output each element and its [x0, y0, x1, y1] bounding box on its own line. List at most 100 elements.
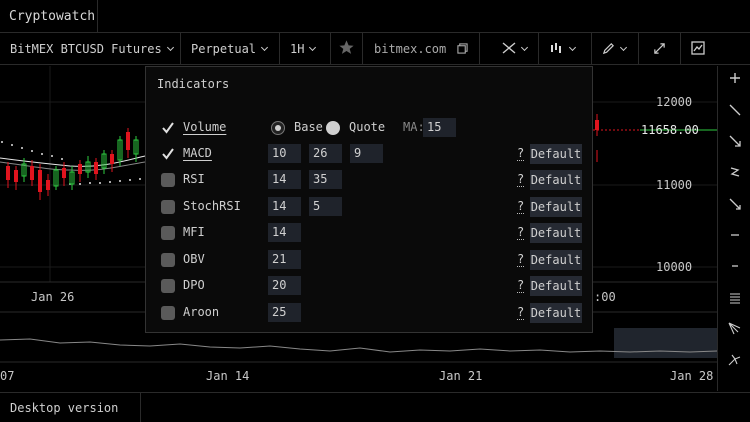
param-input[interactable]: 14: [268, 223, 301, 242]
contract-selector[interactable]: Perpetual: [181, 33, 280, 65]
overview-time-label: Jan 14: [206, 369, 250, 383]
default-button[interactable]: Default: [530, 223, 582, 243]
chevron-down-icon: [568, 43, 577, 52]
contract-label: Perpetual: [191, 42, 257, 56]
period-selector[interactable]: 1H: [280, 33, 331, 65]
overview-time-label: Jan 28: [670, 369, 714, 383]
chevron-down-icon: [260, 43, 269, 52]
arrow-tool-button[interactable]: [718, 131, 750, 157]
base-label: Base: [294, 120, 323, 134]
param-input[interactable]: 20: [268, 276, 301, 295]
indicator-row-mfi: MFI 14 ? Default: [146, 222, 594, 244]
draw-tool-button[interactable]: [592, 33, 639, 65]
help-link[interactable]: ?: [517, 146, 525, 161]
ma-label: MA:: [403, 120, 425, 134]
indicator-label[interactable]: MFI: [183, 225, 205, 239]
default-button[interactable]: Default: [530, 303, 582, 323]
indicator-label[interactable]: Aroon: [183, 305, 219, 319]
param-input[interactable]: 26: [309, 144, 342, 163]
indicator-label[interactable]: DPO: [183, 278, 205, 292]
add-tool-button[interactable]: [718, 68, 750, 94]
trend-tool-button[interactable]: [718, 194, 750, 220]
menu-tool-button[interactable]: [718, 288, 750, 314]
rsi-checkbox[interactable]: [161, 173, 175, 187]
indicator-label[interactable]: RSI: [183, 172, 205, 186]
mfi-checkbox[interactable]: [161, 226, 175, 240]
help-link[interactable]: ?: [517, 252, 525, 267]
default-button[interactable]: Default: [530, 144, 582, 164]
indicator-label[interactable]: StochRSI: [183, 199, 241, 213]
aroon-checkbox[interactable]: [161, 306, 175, 320]
trend-down-icon: [729, 198, 741, 210]
chevron-down-icon: [309, 43, 317, 52]
indicator-row-stochrsi: StochRSI 14 5 ? Default: [146, 196, 594, 218]
time-label: Jan 26: [31, 290, 75, 304]
param-input[interactable]: 25: [268, 303, 301, 322]
dpo-checkbox[interactable]: [161, 279, 175, 293]
fib-tool-button[interactable]: [718, 319, 750, 345]
help-link[interactable]: ?: [517, 172, 525, 187]
top-bar: Cryptowatch: [0, 0, 750, 33]
screenshot-button[interactable]: [681, 33, 750, 65]
panel-title: Indicators: [157, 77, 230, 91]
line-icon: [729, 104, 740, 116]
macd-checkbox[interactable]: [161, 147, 175, 161]
base-radio[interactable]: [271, 121, 285, 135]
screenshot-icon: [691, 41, 705, 55]
param-input[interactable]: 14: [268, 197, 301, 216]
volume-checkbox[interactable]: [161, 121, 175, 135]
minus-tool-button[interactable]: [718, 225, 750, 251]
menu-icon: [729, 293, 740, 304]
price-tick: 10000: [656, 260, 693, 274]
fib-icon: [728, 322, 741, 335]
indicator-row-volume: Volume Base Quote MA: 15: [146, 117, 594, 139]
line-tool-button[interactable]: [718, 100, 750, 126]
ma-input[interactable]: 15: [423, 118, 456, 137]
wave-icon: [729, 167, 740, 177]
help-link[interactable]: ?: [517, 305, 525, 320]
chevron-down-icon: [166, 43, 174, 52]
param-input[interactable]: 14: [268, 170, 301, 189]
param-input[interactable]: 10: [268, 144, 301, 163]
desktop-version-link[interactable]: Desktop version: [0, 393, 141, 422]
indicator-label[interactable]: OBV: [183, 252, 205, 266]
indicator-row-rsi: RSI 14 35 ? Default: [146, 169, 594, 191]
obv-checkbox[interactable]: [161, 253, 175, 267]
favorite-button[interactable]: [331, 33, 363, 65]
pencil-icon: [602, 43, 614, 55]
pitchfork-tool-button[interactable]: [718, 350, 750, 376]
param-input[interactable]: 5: [309, 197, 342, 216]
expand-icon: [654, 43, 665, 54]
check-icon: [162, 122, 174, 134]
hline-tool-button[interactable]: [718, 256, 750, 282]
exchange-link-label: bitmex.com: [374, 42, 447, 56]
stochrsi-checkbox[interactable]: [161, 200, 175, 214]
default-button[interactable]: Default: [530, 197, 582, 217]
quote-radio[interactable]: [326, 121, 340, 135]
param-input[interactable]: 35: [309, 170, 342, 189]
indicator-label[interactable]: Volume: [183, 120, 226, 134]
default-button[interactable]: Default: [530, 170, 582, 190]
app-title[interactable]: Cryptowatch: [0, 0, 98, 33]
minus-icon: [730, 234, 739, 236]
arrow-icon: [729, 135, 741, 147]
period-label: 1H: [290, 42, 305, 56]
crosshair-mode-button[interactable]: [480, 33, 539, 65]
chart-type-icon: [551, 43, 561, 53]
param-input[interactable]: 9: [350, 144, 383, 163]
help-link[interactable]: ?: [517, 199, 525, 214]
indicators-panel: Indicators Volume Base Quote MA: 15 MACD…: [145, 66, 593, 333]
copy-icon: [457, 43, 469, 54]
market-selector[interactable]: BitMEX BTCUSD Futures: [0, 33, 181, 65]
default-button[interactable]: Default: [530, 276, 582, 296]
default-button[interactable]: Default: [530, 250, 582, 270]
indicator-label[interactable]: MACD: [183, 146, 212, 160]
wave-tool-button[interactable]: [718, 162, 750, 188]
param-input[interactable]: 21: [268, 250, 301, 269]
exchange-link[interactable]: bitmex.com: [363, 33, 480, 65]
chart-type-button[interactable]: [539, 33, 592, 65]
fullscreen-button[interactable]: [639, 33, 681, 65]
help-link[interactable]: ?: [517, 278, 525, 293]
indicator-row-dpo: DPO 20 ? Default: [146, 275, 594, 297]
help-link[interactable]: ?: [517, 225, 525, 240]
